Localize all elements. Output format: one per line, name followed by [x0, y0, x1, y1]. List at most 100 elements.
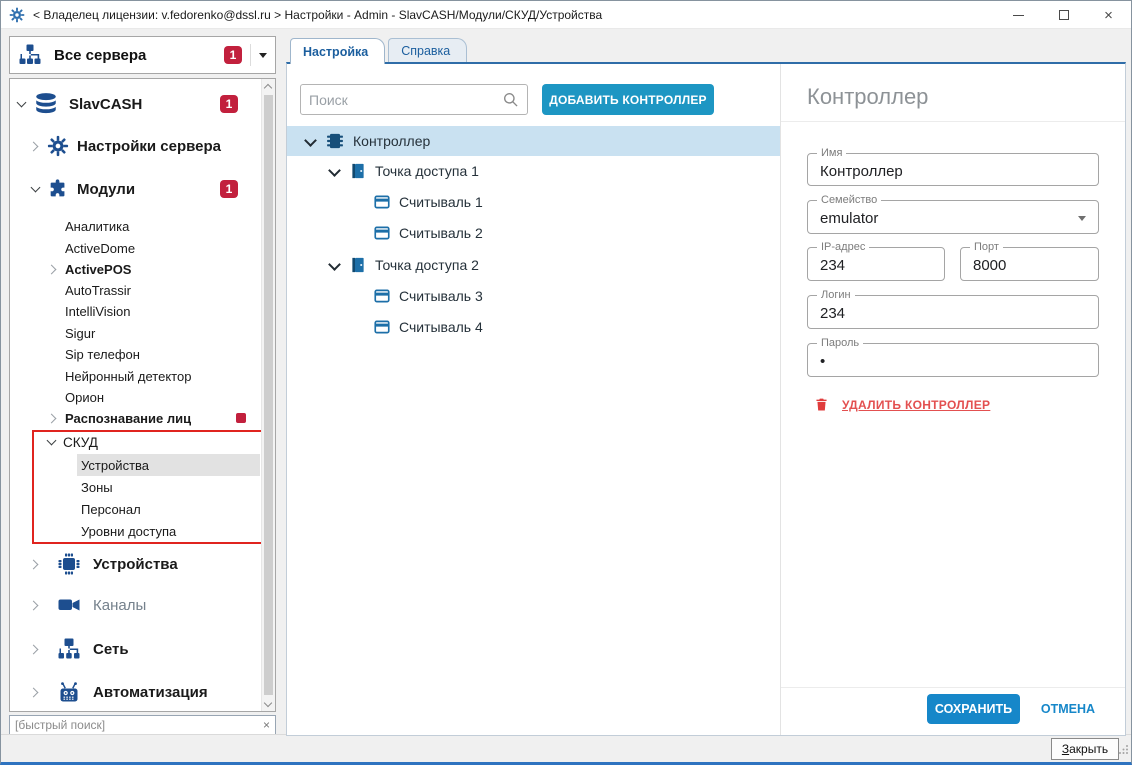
divider — [781, 687, 1125, 688]
chevron-down-icon[interactable] — [15, 98, 27, 110]
tab-label: Справка — [401, 44, 450, 58]
chevron-down-icon[interactable] — [327, 165, 339, 177]
dropdown-caret-icon — [1078, 216, 1086, 221]
device-tree-item-reader-3[interactable]: Считываль 3 — [287, 282, 780, 310]
device-tree-label: Считываль 1 — [399, 194, 483, 210]
chevron-right-icon[interactable] — [29, 686, 41, 698]
device-tree-item-reader-1[interactable]: Считываль 1 — [287, 188, 780, 216]
sidebar-item-label: IntelliVision — [65, 304, 131, 319]
form-title: Контроллер — [807, 84, 928, 110]
server-selector[interactable]: Все сервера 1 — [9, 36, 276, 74]
sidebar-item-label: ActiveDome — [65, 241, 135, 256]
sidebar-item-skud[interactable]: СКУД — [11, 431, 260, 453]
field-label: Пароль — [817, 337, 863, 349]
chip-icon — [57, 552, 81, 576]
sidebar-item-label: SlavCASH — [69, 96, 142, 113]
trash-icon — [814, 396, 829, 413]
sidebar-item-analytics[interactable]: Аналитика — [11, 215, 260, 237]
name-field-wrap: Имя — [807, 153, 1099, 186]
sidebar-item-skud-zones[interactable]: Зоны — [11, 476, 260, 498]
sidebar-scrollbar[interactable] — [261, 79, 275, 711]
device-search-input[interactable] — [309, 92, 502, 108]
tab-settings[interactable]: Настройка — [290, 38, 385, 64]
chevron-right-icon[interactable] — [47, 412, 59, 424]
scrollbar-thumb[interactable] — [264, 95, 273, 695]
device-tree-item-reader-2[interactable]: Считываль 2 — [287, 219, 780, 247]
sidebar-item-activepos[interactable]: ActivePOS — [11, 258, 260, 280]
sidebar-item-activedome[interactable]: ActiveDome — [11, 237, 260, 259]
sidebar-item-face-recognition[interactable]: Распознавание лиц — [11, 407, 260, 429]
chevron-right-icon[interactable] — [29, 599, 41, 611]
notification-badge: 1 — [224, 46, 242, 64]
device-tree-label: Считываль 3 — [399, 288, 483, 304]
clear-icon[interactable]: × — [263, 719, 270, 731]
device-tree-item-access-point-1[interactable]: Точка доступа 1 — [287, 157, 780, 185]
login-field-wrap: Логин — [807, 295, 1099, 329]
sidebar-item-autotrassir[interactable]: AutoTrassir — [11, 279, 260, 301]
chevron-right-icon[interactable] — [29, 140, 41, 152]
scroll-up-button[interactable] — [262, 79, 275, 94]
card-reader-icon — [373, 193, 391, 211]
close-button[interactable]: × — [1086, 1, 1131, 29]
chevron-down-icon[interactable] — [303, 135, 315, 147]
device-tree-item-controller[interactable]: Контроллер — [287, 126, 780, 156]
sidebar-item-skud-personnel[interactable]: Персонал — [11, 498, 260, 520]
device-tree-item-access-point-2[interactable]: Точка доступа 2 — [287, 251, 780, 279]
sidebar-item-modules[interactable]: Модули 1 — [11, 178, 260, 200]
close-dialog-button[interactable]: Закрыть — [1051, 738, 1119, 760]
notification-badge: 1 — [220, 95, 238, 113]
resize-grip[interactable] — [1118, 742, 1129, 760]
sidebar-item-intellivision[interactable]: IntelliVision — [11, 300, 260, 322]
sidebar-item-sip-phone[interactable]: Sip телефон — [11, 343, 260, 365]
sidebar-item-network[interactable]: Сеть — [11, 637, 260, 661]
device-search-box — [300, 84, 528, 115]
sidebar-item-skud-devices[interactable]: Устройства — [11, 454, 260, 476]
sidebar-item-label: Распознавание лиц — [65, 411, 191, 426]
window-title: < Владелец лицензии: v.fedorenko@dssl.ru… — [33, 8, 602, 22]
statusbar: Закрыть — [1, 734, 1131, 762]
maximize-button[interactable] — [1041, 1, 1086, 29]
delete-controller-link[interactable]: УДАЛИТЬ КОНТРОЛЛЕР — [814, 396, 990, 413]
sidebar-item-devices[interactable]: Устройства — [11, 552, 260, 576]
dropdown-caret-icon[interactable] — [259, 53, 267, 58]
sidebar-item-automation[interactable]: Автоматизация — [11, 680, 260, 704]
sidebar-item-sigur[interactable]: Sigur — [11, 322, 260, 344]
sidebar-item-skud-access-levels[interactable]: Уровни доступа — [11, 520, 260, 542]
device-tree-item-reader-4[interactable]: Считываль 4 — [287, 313, 780, 341]
chevron-right-icon[interactable] — [29, 558, 41, 570]
scroll-down-button[interactable] — [262, 696, 275, 711]
cancel-button[interactable]: ОТМЕНА — [1035, 694, 1101, 724]
chevron-up-icon — [265, 83, 272, 90]
notification-badge: 1 — [220, 180, 238, 198]
robot-icon — [57, 680, 81, 704]
name-field[interactable] — [808, 154, 1098, 185]
minimize-button[interactable] — [996, 1, 1041, 29]
divider — [250, 44, 251, 66]
sidebar-item-label: Орион — [65, 390, 104, 405]
sidebar-item-label: Каналы — [93, 597, 146, 614]
sidebar-item-neuro-detector[interactable]: Нейронный детектор — [11, 365, 260, 387]
chevron-right-icon[interactable] — [47, 263, 59, 275]
chevron-down-icon[interactable] — [29, 183, 41, 195]
ip-field-wrap: IP-адрес — [807, 247, 945, 281]
save-button[interactable]: СОХРАНИТЬ — [927, 694, 1020, 724]
add-controller-button[interactable]: ДОБАВИТЬ КОНТРОЛЛЕР — [542, 84, 714, 115]
sidebar-item-server-settings[interactable]: Настройки сервера — [11, 135, 260, 157]
sidebar-item-label: Sigur — [65, 326, 95, 341]
sidebar-item-label: СКУД — [63, 435, 98, 450]
divider — [781, 121, 1125, 122]
quick-search-input[interactable] — [15, 718, 259, 732]
panel-divider — [780, 64, 781, 735]
sidebar-item-slavcash[interactable]: SlavCASH 1 — [11, 91, 260, 117]
card-reader-icon — [373, 224, 391, 242]
network-icon — [57, 637, 81, 661]
chevron-down-icon[interactable] — [45, 436, 57, 448]
family-select[interactable]: Семейство emulator — [807, 200, 1099, 234]
sidebar-item-orion[interactable]: Орион — [11, 386, 260, 408]
tab-help[interactable]: Справка — [388, 38, 467, 62]
server-selector-label: Все сервера — [54, 47, 146, 64]
chevron-right-icon[interactable] — [29, 643, 41, 655]
sidebar-item-channels[interactable]: Каналы — [11, 593, 260, 617]
chevron-down-icon[interactable] — [327, 259, 339, 271]
device-tree-label: Контроллер — [353, 133, 430, 149]
